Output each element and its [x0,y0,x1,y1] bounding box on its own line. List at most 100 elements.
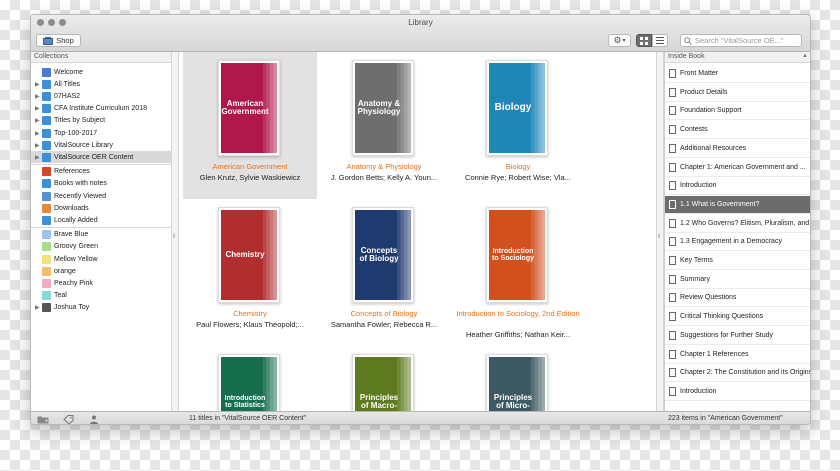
book-cover[interactable]: Introduction to Statistics [218,354,280,411]
search-field[interactable] [680,34,802,47]
collection-icon [42,67,51,77]
book-cover[interactable]: Introduction to Sociology [486,207,548,303]
book-authors: Heather Griffiths; Nathan Keir... [465,330,571,339]
collection-item[interactable]: ▶ CFA Institute Curriculum 2018 [31,103,179,115]
document-icon [669,386,676,396]
collection-item[interactable]: References [31,166,179,178]
collection-item[interactable]: Peachy Pink [31,277,179,289]
grid-view-button[interactable] [636,34,652,47]
toc-item[interactable]: Review Questions [665,289,810,308]
list-icon [656,37,664,44]
collection-item[interactable]: ▶ VitalSource OER Content [31,151,179,164]
toc-item[interactable]: Critical Thinking Questions [665,308,810,327]
disclosure-triangle-icon[interactable]: ▶ [35,154,40,161]
book-grid: American Government American Government Gl… [180,52,657,411]
document-icon [669,143,676,153]
toc-item[interactable]: Chapter 1 References [665,346,810,364]
shop-button-label: Shop [56,36,74,45]
disclosure-triangle-icon[interactable]: ▶ [35,105,40,112]
toc-item[interactable]: Introduction [665,177,810,196]
collection-item[interactable]: Mellow Yellow [31,253,179,265]
library-window: Library Shop ⚙ ▾ Search "VitalSource OE.… [30,14,811,425]
book-item[interactable]: Introduction to Statistics [183,346,317,411]
book-item[interactable]: Principles of Micro- [451,346,585,411]
disclosure-triangle-icon[interactable]: ▶ [35,81,40,88]
collection-item[interactable]: Brave Blue [31,229,179,241]
toc-item[interactable]: Summary [665,271,810,289]
add-user-icon[interactable] [89,415,101,424]
shop-button[interactable]: Shop [36,34,81,47]
collection-item[interactable]: ▶ VitalSource Library [31,139,179,151]
toc-item[interactable]: 1.1 What is Government? [665,195,810,214]
chevron-down-icon: ▾ [622,38,626,44]
toc-item[interactable]: Additional Resources [665,140,810,158]
toc-item[interactable]: Introduction [665,383,810,401]
document-icon [669,330,676,340]
search-input[interactable] [695,36,795,45]
collection-item[interactable]: Locally Added [31,214,179,226]
collection-item[interactable]: Welcome [31,66,179,78]
book-title: Anatomy & Physiology [346,162,422,171]
toc-item[interactable]: Foundation Support [665,102,810,121]
book-item[interactable]: American Government American Government Gl… [183,52,317,199]
left-splitter[interactable]: ‖ [171,52,179,411]
collection-icon [42,254,51,264]
splitter-handle-icon: ‖ [173,234,176,240]
book-cover[interactable]: Principles of Macro- [352,354,414,411]
add-folder-icon[interactable]: + [37,415,49,424]
book-cover[interactable]: Anatomy & Physiology [352,60,414,156]
list-view-button[interactable] [652,34,668,47]
book-cover[interactable]: American Government [218,60,280,156]
collection-item[interactable]: Downloads [31,202,179,214]
document-icon [669,87,676,97]
book-item[interactable]: Introduction to Sociology Introduction to… [451,199,585,346]
book-cover[interactable]: Principles of Micro- [486,354,548,411]
collection-item[interactable]: Recently Viewed [31,190,179,202]
book-cover[interactable]: Chemistry [218,207,280,303]
book-item[interactable]: Principles of Macro- [317,346,451,411]
cover-title: Introduction to Sociology [492,247,534,262]
collection-icon [42,179,51,189]
toc-item[interactable]: Chapter 1: American Government and ... [665,159,810,177]
collection-item[interactable]: ▶ All Titles [31,78,179,90]
collection-label: Groovy Green [54,243,98,251]
toc-item[interactable]: Suggestions for Further Study [665,327,810,345]
disclosure-triangle-icon[interactable]: ▶ [35,93,40,100]
toc-item[interactable]: 1.2 Who Governs? Elitism, Pluralism, and… [665,215,810,233]
disclosure-triangle-icon[interactable]: ▶ [35,130,40,137]
collection-item[interactable]: Groovy Green [31,241,179,253]
collection-item[interactable]: ▶ Joshua Toy [31,302,179,314]
disclosure-triangle-icon[interactable]: ▶ [35,142,40,149]
add-tag-icon[interactable] [63,415,75,424]
toc-item[interactable]: Front Matter [665,65,810,83]
collection-icon [42,140,51,150]
collection-item[interactable]: Books with notes [31,178,179,190]
toc-item[interactable]: Product Details [665,84,810,102]
book-cover[interactable]: Concepts of Biology [352,207,414,303]
book-item[interactable]: Concepts of Biology Concepts of Biology Sa… [317,199,451,346]
disclosure-triangle-icon[interactable]: ▶ [35,304,40,311]
book-item[interactable]: Biology Biology Connie Rye; Robert Wise; V… [451,52,585,199]
book-item[interactable]: Anatomy & Physiology Anatomy & Physiology… [317,52,451,199]
collection-item[interactable]: orange [31,265,179,277]
toc-item[interactable]: 1.3 Engagement in a Democracy [665,233,810,252]
collection-item[interactable]: Teal [31,290,179,302]
collection-item[interactable]: ▶ Titles by Subject [31,115,179,127]
cover-title: Introduction to Statistics [224,394,266,409]
collection-item[interactable]: ▶ Top-100-2017 [31,127,179,139]
disclosure-triangle-icon[interactable]: ▶ [35,117,40,124]
grid-icon [640,36,648,45]
book-cover[interactable]: Biology [486,60,548,156]
inside-book-header: Inside Book ▲ [665,52,810,63]
toc-item[interactable]: Contests [665,121,810,140]
book-item[interactable]: Chemistry Chemistry Paul Flowers; Klaus Th… [183,199,317,346]
toc-item[interactable]: Chapter 2: The Constitution and its Orig… [665,364,810,383]
chevron-up-icon[interactable]: ▲ [802,53,808,59]
book-authors: Glen Krutz, Sylvie Waskiewicz [199,173,301,182]
collection-item[interactable]: ▶ 07HAS2 [31,90,179,102]
right-splitter[interactable]: ‖ [656,52,664,411]
settings-menu-button[interactable]: ⚙ ▾ [608,34,631,47]
document-icon [669,293,676,303]
cover-title: Chemistry [225,249,265,259]
toc-item[interactable]: Key Terms [665,252,810,270]
